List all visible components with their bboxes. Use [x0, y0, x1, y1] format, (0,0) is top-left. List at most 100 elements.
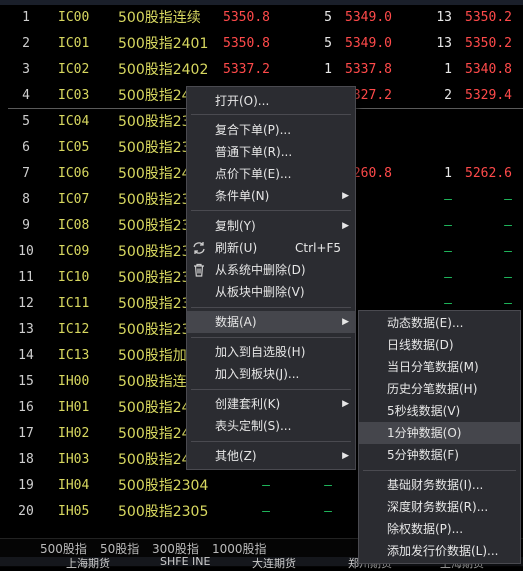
contract-name: 500股指23 [118, 114, 191, 130]
row-number: 14 [18, 348, 34, 363]
contract-code: IC07 [58, 192, 90, 207]
last-price: 5337.2 [223, 62, 270, 77]
contract-code: IC03 [58, 88, 90, 103]
ask-price: 5350.2 [465, 10, 512, 25]
submenu-5min[interactable]: 5分钟数据(F) [359, 444, 520, 466]
bid-volume: 13 [436, 36, 452, 51]
contract-name: 500股指24 [118, 88, 191, 104]
submenu-arrow-icon: ▶ [342, 317, 349, 327]
data-submenu: 动态数据(E)... 日线数据(D) 当日分笔数据(M) 历史分笔数据(H) 5… [358, 310, 521, 564]
contract-name: 500股指23 [118, 322, 191, 338]
row-number: 8 [22, 192, 30, 207]
volume: 5 [324, 10, 332, 25]
contract-name: 500股指23 [118, 296, 191, 312]
market-tab-3[interactable]: 大连期货 [252, 555, 296, 571]
contract-code: IC11 [58, 296, 90, 311]
context-menu: 打开(O)... 复合下单(P)... 普通下单(R)... 点价下单(E)..… [186, 86, 356, 470]
row-number: 7 [22, 166, 30, 181]
bid-price: 5349.0 [345, 36, 392, 51]
ask-price: 5262.6 [465, 166, 512, 181]
submenu-arrow-icon: ▶ [342, 399, 349, 409]
contract-code: IC00 [58, 10, 90, 25]
contract-name: 500股指连续 [118, 10, 201, 26]
submenu-history-tick[interactable]: 历史分笔数据(H) [359, 378, 520, 400]
submenu-fundamental[interactable]: 基础财务数据(I)... [359, 474, 520, 496]
market-tab-2[interactable]: SHFE INE [160, 555, 210, 568]
ask-price: 5340.8 [465, 62, 512, 77]
submenu-exright[interactable]: 除权数据(P)... [359, 518, 520, 540]
contract-code: IC09 [58, 244, 90, 259]
bid-volume: – [444, 270, 452, 285]
contract-name: 500股指23 [118, 192, 191, 208]
bid-price: 5349.0 [345, 10, 392, 25]
submenu-dynamic[interactable]: 动态数据(E)... [359, 312, 520, 334]
contract-code: IC04 [58, 114, 90, 129]
menu-create-arbitrage[interactable]: 创建套利(K) ▶ [187, 393, 355, 415]
row-number: 12 [18, 296, 34, 311]
contract-name: 500股指24 [118, 166, 191, 182]
volume: 1 [324, 62, 332, 77]
contract-code: IC13 [58, 348, 90, 363]
submenu-1min[interactable]: 1分钟数据(O) [359, 422, 520, 444]
contract-code: IC06 [58, 166, 90, 181]
contract-code: IH00 [58, 374, 90, 389]
menu-delete-from-system[interactable]: 从系统中删除(D) [187, 259, 355, 281]
ask-price: – [504, 244, 512, 259]
contract-name: 500股指23 [118, 244, 191, 260]
submenu-arrow-icon: ▶ [342, 221, 349, 231]
menu-data[interactable]: 数据(A) ▶ [187, 311, 355, 333]
menu-open[interactable]: 打开(O)... [187, 90, 355, 112]
contract-code: IC01 [58, 36, 90, 51]
row-number: 2 [22, 36, 30, 51]
submenu-daily[interactable]: 日线数据(D) [359, 334, 520, 356]
submenu-intraday-tick[interactable]: 当日分笔数据(M) [359, 356, 520, 378]
contract-name: 500股指23 [118, 140, 191, 156]
submenu-issue-price[interactable]: 添加发行价数据(L)... [359, 540, 520, 562]
contract-code: IC02 [58, 62, 90, 77]
menu-conditional-order[interactable]: 条件单(N) ▶ [187, 185, 355, 207]
menu-other[interactable]: 其他(Z) ▶ [187, 445, 355, 467]
contract-code: IH01 [58, 400, 90, 415]
market-tab-1[interactable]: 上海期货 [66, 555, 110, 571]
menu-click-order[interactable]: 点价下单(E)... [187, 163, 355, 185]
row-number: 18 [18, 452, 34, 467]
row-number: 4 [22, 88, 30, 103]
table-row[interactable]: 2 IC01 500股指2401 5350.8 5 5349.0 13 5350.2 [0, 31, 523, 57]
ask-price: 5350.2 [465, 36, 512, 51]
menu-copy[interactable]: 复制(Y) ▶ [187, 215, 355, 237]
menu-header-custom[interactable]: 表头定制(S)... [187, 415, 355, 437]
row-number: 10 [18, 244, 34, 259]
row-number: 20 [18, 504, 34, 519]
menu-delete-from-block[interactable]: 从板块中删除(V) [187, 281, 355, 303]
menu-refresh[interactable]: 刷新(U) Ctrl+F5 [187, 237, 355, 259]
menu-add-block[interactable]: 加入到板块(J)... [187, 363, 355, 385]
bid-volume: 13 [436, 10, 452, 25]
submenu-5sec[interactable]: 5秒线数据(V) [359, 400, 520, 422]
table-row[interactable]: 1 IC00 500股指连续 5350.8 5 5349.0 13 5350.2 [0, 5, 523, 31]
refresh-shortcut: Ctrl+F5 [295, 241, 341, 255]
refresh-icon [193, 242, 205, 254]
submenu-deep-financial[interactable]: 深度财务数据(R)... [359, 496, 520, 518]
row-number: 3 [22, 62, 30, 77]
submenu-arrow-icon: ▶ [342, 451, 349, 461]
menu-normal-order[interactable]: 普通下单(R)... [187, 141, 355, 163]
ask-price: – [504, 192, 512, 207]
menu-separator [191, 441, 351, 442]
menu-separator [191, 114, 351, 115]
table-row[interactable]: 3 IC02 500股指2402 5337.2 1 5337.8 1 5340.8 [0, 57, 523, 83]
ask-price: – [504, 270, 512, 285]
menu-separator [191, 210, 351, 211]
row-number: 9 [22, 218, 30, 233]
bid-volume: 2 [444, 88, 452, 103]
row-number: 15 [18, 374, 34, 389]
last-price: – [262, 478, 270, 493]
volume: – [324, 504, 332, 519]
bid-volume: – [444, 218, 452, 233]
menu-compound-order[interactable]: 复合下单(P)... [187, 119, 355, 141]
ask-price: – [504, 218, 512, 233]
menu-add-watchlist[interactable]: 加入到自选股(H) [187, 341, 355, 363]
last-price: – [262, 504, 270, 519]
bid-volume: 1 [444, 62, 452, 77]
volume: 5 [324, 36, 332, 51]
contract-name: 500股指23 [118, 270, 191, 286]
